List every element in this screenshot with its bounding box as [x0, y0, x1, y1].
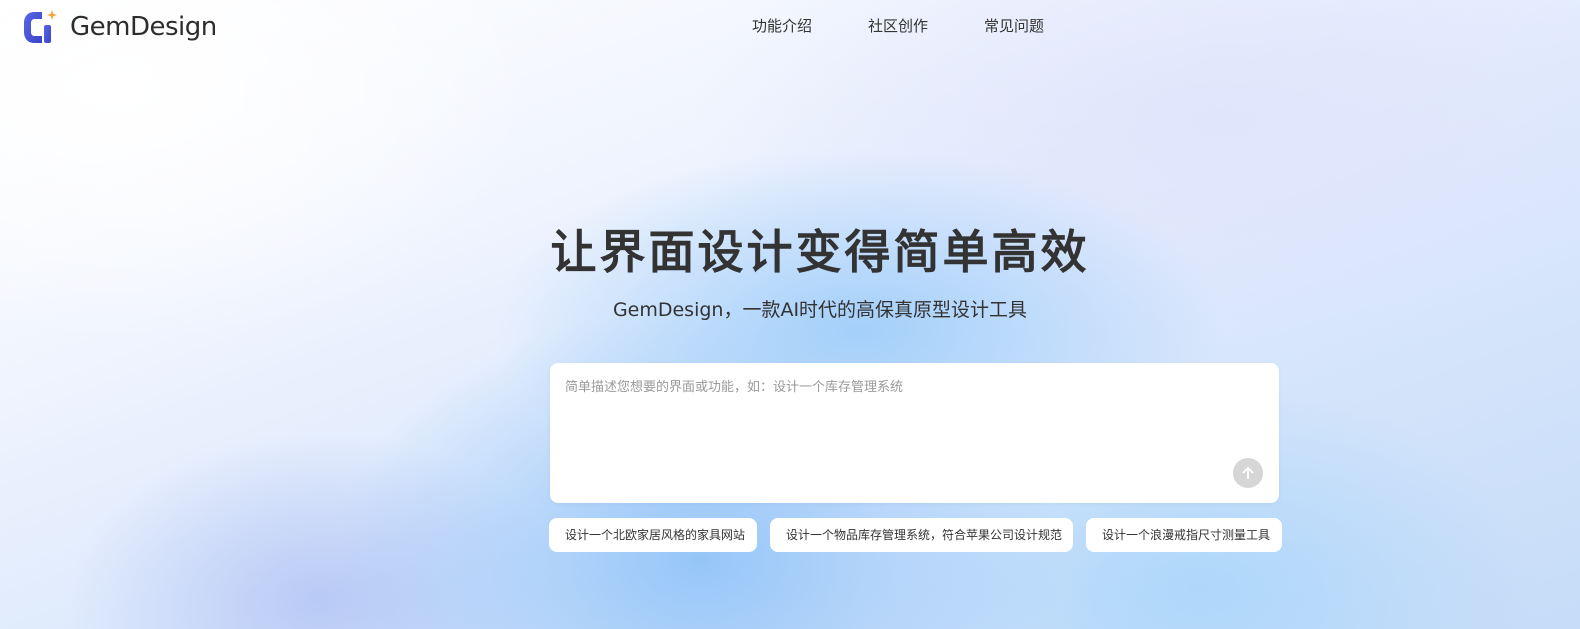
suggestion-chip-furniture-site[interactable]: 设计一个北欧家居风格的家具网站 — [549, 518, 757, 552]
hero-title: 让界面设计变得简单高效 — [550, 225, 1090, 279]
suggestion-chip-inventory-system[interactable]: 设计一个物品库存管理系统，符合苹果公司设计规范 — [770, 518, 1073, 552]
suggestion-chip-ring-size-tool[interactable]: 设计一个浪漫戒指尺寸测量工具 — [1086, 518, 1282, 552]
nav-item-faq[interactable]: 常见问题 — [984, 15, 1044, 37]
prompt-input[interactable] — [565, 378, 1255, 458]
logo[interactable]: GemDesign — [20, 8, 217, 46]
brand-name: GemDesign — [70, 12, 217, 42]
suggestion-list: 设计一个北欧家居风格的家具网站 设计一个物品库存管理系统，符合苹果公司设计规范 … — [549, 518, 1282, 552]
nav-item-community[interactable]: 社区创作 — [868, 15, 928, 37]
send-button[interactable] — [1233, 458, 1263, 488]
nav-item-features[interactable]: 功能介绍 — [752, 15, 812, 37]
arrow-up-icon — [1242, 467, 1254, 480]
main-nav: 功能介绍 社区创作 常见问题 — [752, 15, 1044, 37]
hero-subtitle: GemDesign，一款AI时代的高保真原型设计工具 — [612, 299, 1028, 321]
gemdesign-logo-icon — [24, 10, 57, 43]
site-header: GemDesign 功能介绍 社区创作 常见问题 — [0, 0, 1580, 56]
prompt-box — [550, 363, 1279, 503]
